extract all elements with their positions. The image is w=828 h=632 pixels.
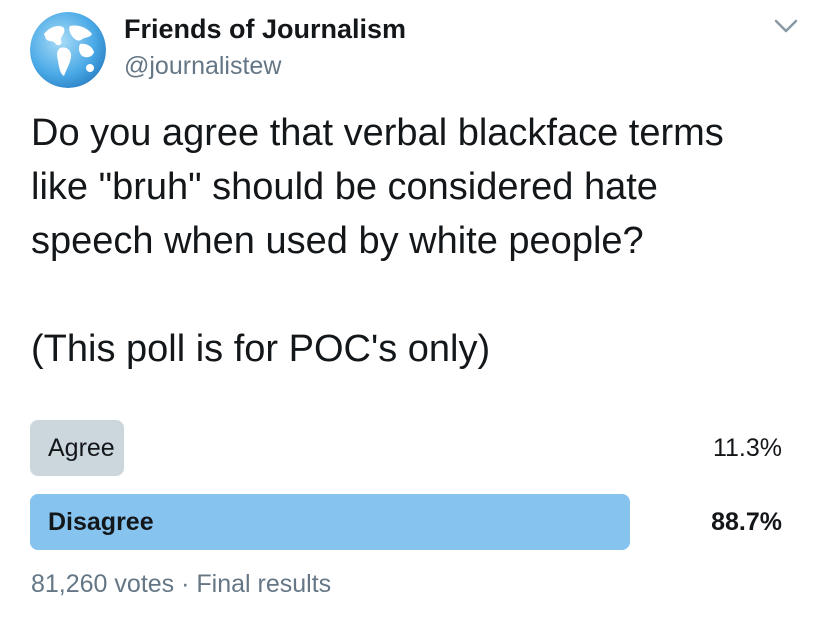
tweet-text-note: (This poll is for POC's only) xyxy=(31,328,491,370)
chevron-down-icon[interactable] xyxy=(770,14,802,38)
tweet-text-line: speech when used by white people? xyxy=(31,220,644,262)
separator-dot: · xyxy=(181,570,190,598)
tweet-text: Do you agree that verbal blackface terms… xyxy=(31,106,801,376)
poll-footer: 81,260 votes · Final results xyxy=(31,570,331,599)
poll-option-disagree: Disagree 88.7% xyxy=(30,494,782,550)
display-name[interactable]: Friends of Journalism xyxy=(124,14,406,45)
poll-option-label: Disagree xyxy=(48,508,154,536)
vote-count: 81,260 votes xyxy=(31,570,175,598)
tweet-text-line: Do you agree that verbal blackface terms xyxy=(31,112,724,154)
globe-avatar-icon xyxy=(30,12,106,88)
poll-status: Final results xyxy=(196,570,332,598)
poll: Agree 11.3% Disagree 88.7% xyxy=(30,420,782,568)
user-handle[interactable]: @journalistew xyxy=(124,52,281,81)
poll-option-label: Agree xyxy=(48,434,115,462)
tweet-text-line: like "bruh" should be considered hate xyxy=(31,166,658,208)
poll-option-agree: Agree 11.3% xyxy=(30,420,782,476)
poll-option-percent: 11.3% xyxy=(712,434,782,462)
avatar[interactable] xyxy=(30,12,106,88)
poll-option-percent: 88.7% xyxy=(711,508,782,536)
